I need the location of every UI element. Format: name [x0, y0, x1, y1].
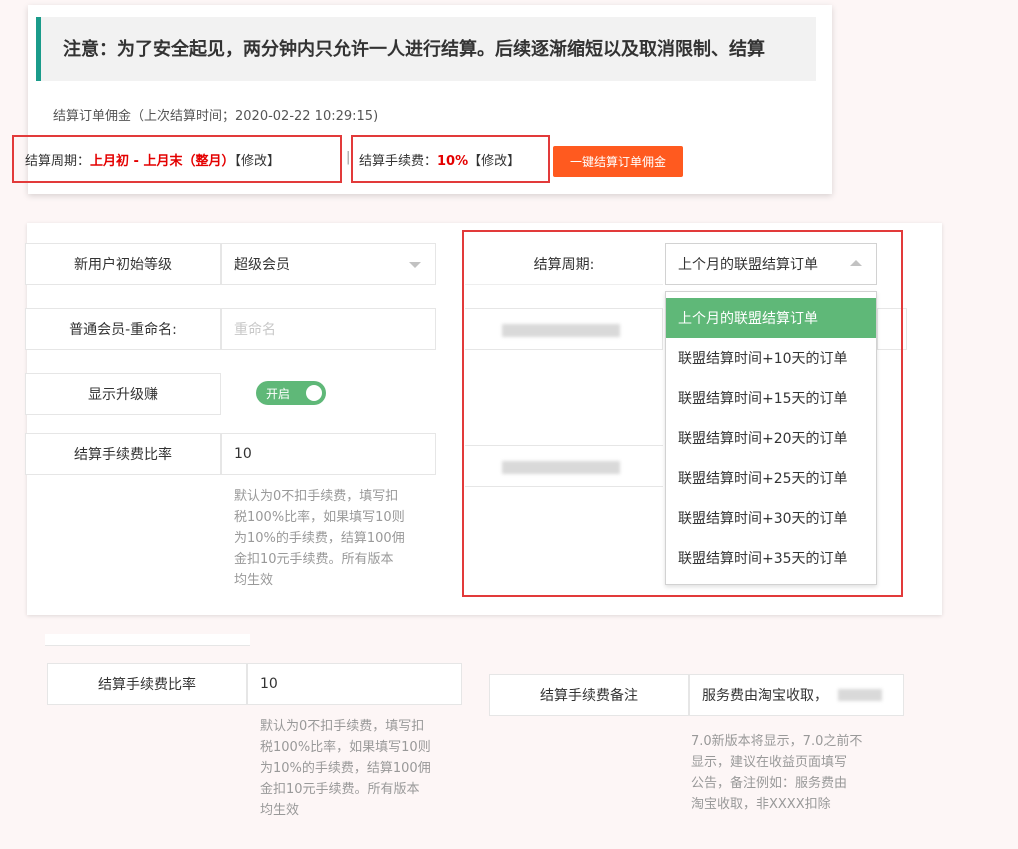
settle-cycle-label: 结算周期： — [25, 154, 91, 169]
fee-rate-value: 10 — [234, 446, 252, 462]
notice-text: 注意：为了安全起见，两分钟内只允许一人进行结算。后续逐渐缩短以及取消限制、结算 — [63, 39, 765, 60]
toggle-knob — [306, 385, 322, 401]
section-tab-edge — [45, 634, 250, 646]
last-settle-time: 结算订单佣金（上次结算时间；2020-02-22 10:29:15) — [53, 109, 379, 124]
cycle-option[interactable]: 联盟结算时间+10天的订单 — [666, 338, 876, 378]
settle-fee-row: 结算手续费：10%【修改】 — [359, 150, 520, 169]
rename-label: 普通会员-重命名: — [25, 308, 221, 350]
notice-bar: 注意：为了安全起见，两分钟内只允许一人进行结算。后续逐渐缩短以及取消限制、结算 — [36, 17, 816, 81]
edit-fee-link[interactable]: 【修改】 — [468, 154, 520, 169]
cycle-option[interactable]: 联盟结算时间+20天的订单 — [666, 418, 876, 458]
fee-rate-label: 结算手续费比率 — [25, 433, 221, 475]
rename-input[interactable]: 重命名 — [221, 308, 436, 350]
fee-rate-help-2: 默认为0不扣手续费，填写扣 税100%比率，如果填写10则 为10%的手续费，结… — [260, 719, 431, 818]
fee-remark-label: 结算手续费备注 — [489, 674, 689, 716]
fee-rate-value-2: 10 — [260, 676, 278, 692]
show-upgrade-label: 显示升级赚 — [25, 373, 221, 415]
fee-remark-value: 服务费由淘宝收取， — [702, 688, 828, 704]
fee-rate-help: 默认为0不扣手续费，填写扣 税100%比率，如果填写10则 为10%的手续费，结… — [234, 489, 405, 588]
chevron-down-icon — [409, 262, 421, 268]
settle-cycle-row: 结算周期：上月初 - 上月末（整月）【修改】 — [25, 150, 280, 169]
settle-fee-label: 结算手续费： — [359, 154, 438, 169]
separator: | — [346, 150, 351, 165]
settle-cycle-value: 上月初 - 上月末（整月） — [90, 154, 235, 169]
fee-remark-input[interactable]: 服务费由淘宝收取， — [689, 674, 904, 716]
cycle-option[interactable]: 上个月的联盟结算订单 — [666, 298, 876, 338]
edit-cycle-link[interactable]: 【修改】 — [234, 154, 280, 169]
fee-rate-input[interactable]: 10 — [221, 433, 436, 475]
blurred-text-3 — [838, 689, 882, 701]
new-user-level-select[interactable]: 超级会员 — [221, 243, 436, 285]
one-click-settle-button[interactable]: 一键结算订单佣金 — [553, 146, 683, 177]
show-upgrade-toggle[interactable]: 开启 — [256, 381, 326, 405]
settle-fee-value: 10% — [437, 154, 469, 169]
cycle-option[interactable]: 联盟结算时间+25天的订单 — [666, 458, 876, 498]
new-user-level-value: 超级会员 — [234, 257, 290, 273]
cycle-option[interactable]: 联盟结算时间+30天的订单 — [666, 498, 876, 538]
cycle-dropdown-menu: 上个月的联盟结算订单 联盟结算时间+10天的订单 联盟结算时间+15天的订单 联… — [665, 291, 877, 585]
cycle-option[interactable]: 联盟结算时间+35天的订单 — [666, 538, 876, 578]
new-user-level-label: 新用户初始等级 — [25, 243, 221, 285]
fee-rate-input-2[interactable]: 10 — [247, 663, 462, 705]
fee-remark-help: 7.0新版本将显示，7.0之前不 显示，建议在收益页面填写 公告，备注例如：服务… — [691, 734, 863, 812]
toggle-text: 开启 — [266, 386, 291, 401]
rename-placeholder: 重命名 — [234, 322, 276, 338]
cycle-option[interactable]: 联盟结算时间+15天的订单 — [666, 378, 876, 418]
fee-rate-label-2: 结算手续费比率 — [47, 663, 247, 705]
